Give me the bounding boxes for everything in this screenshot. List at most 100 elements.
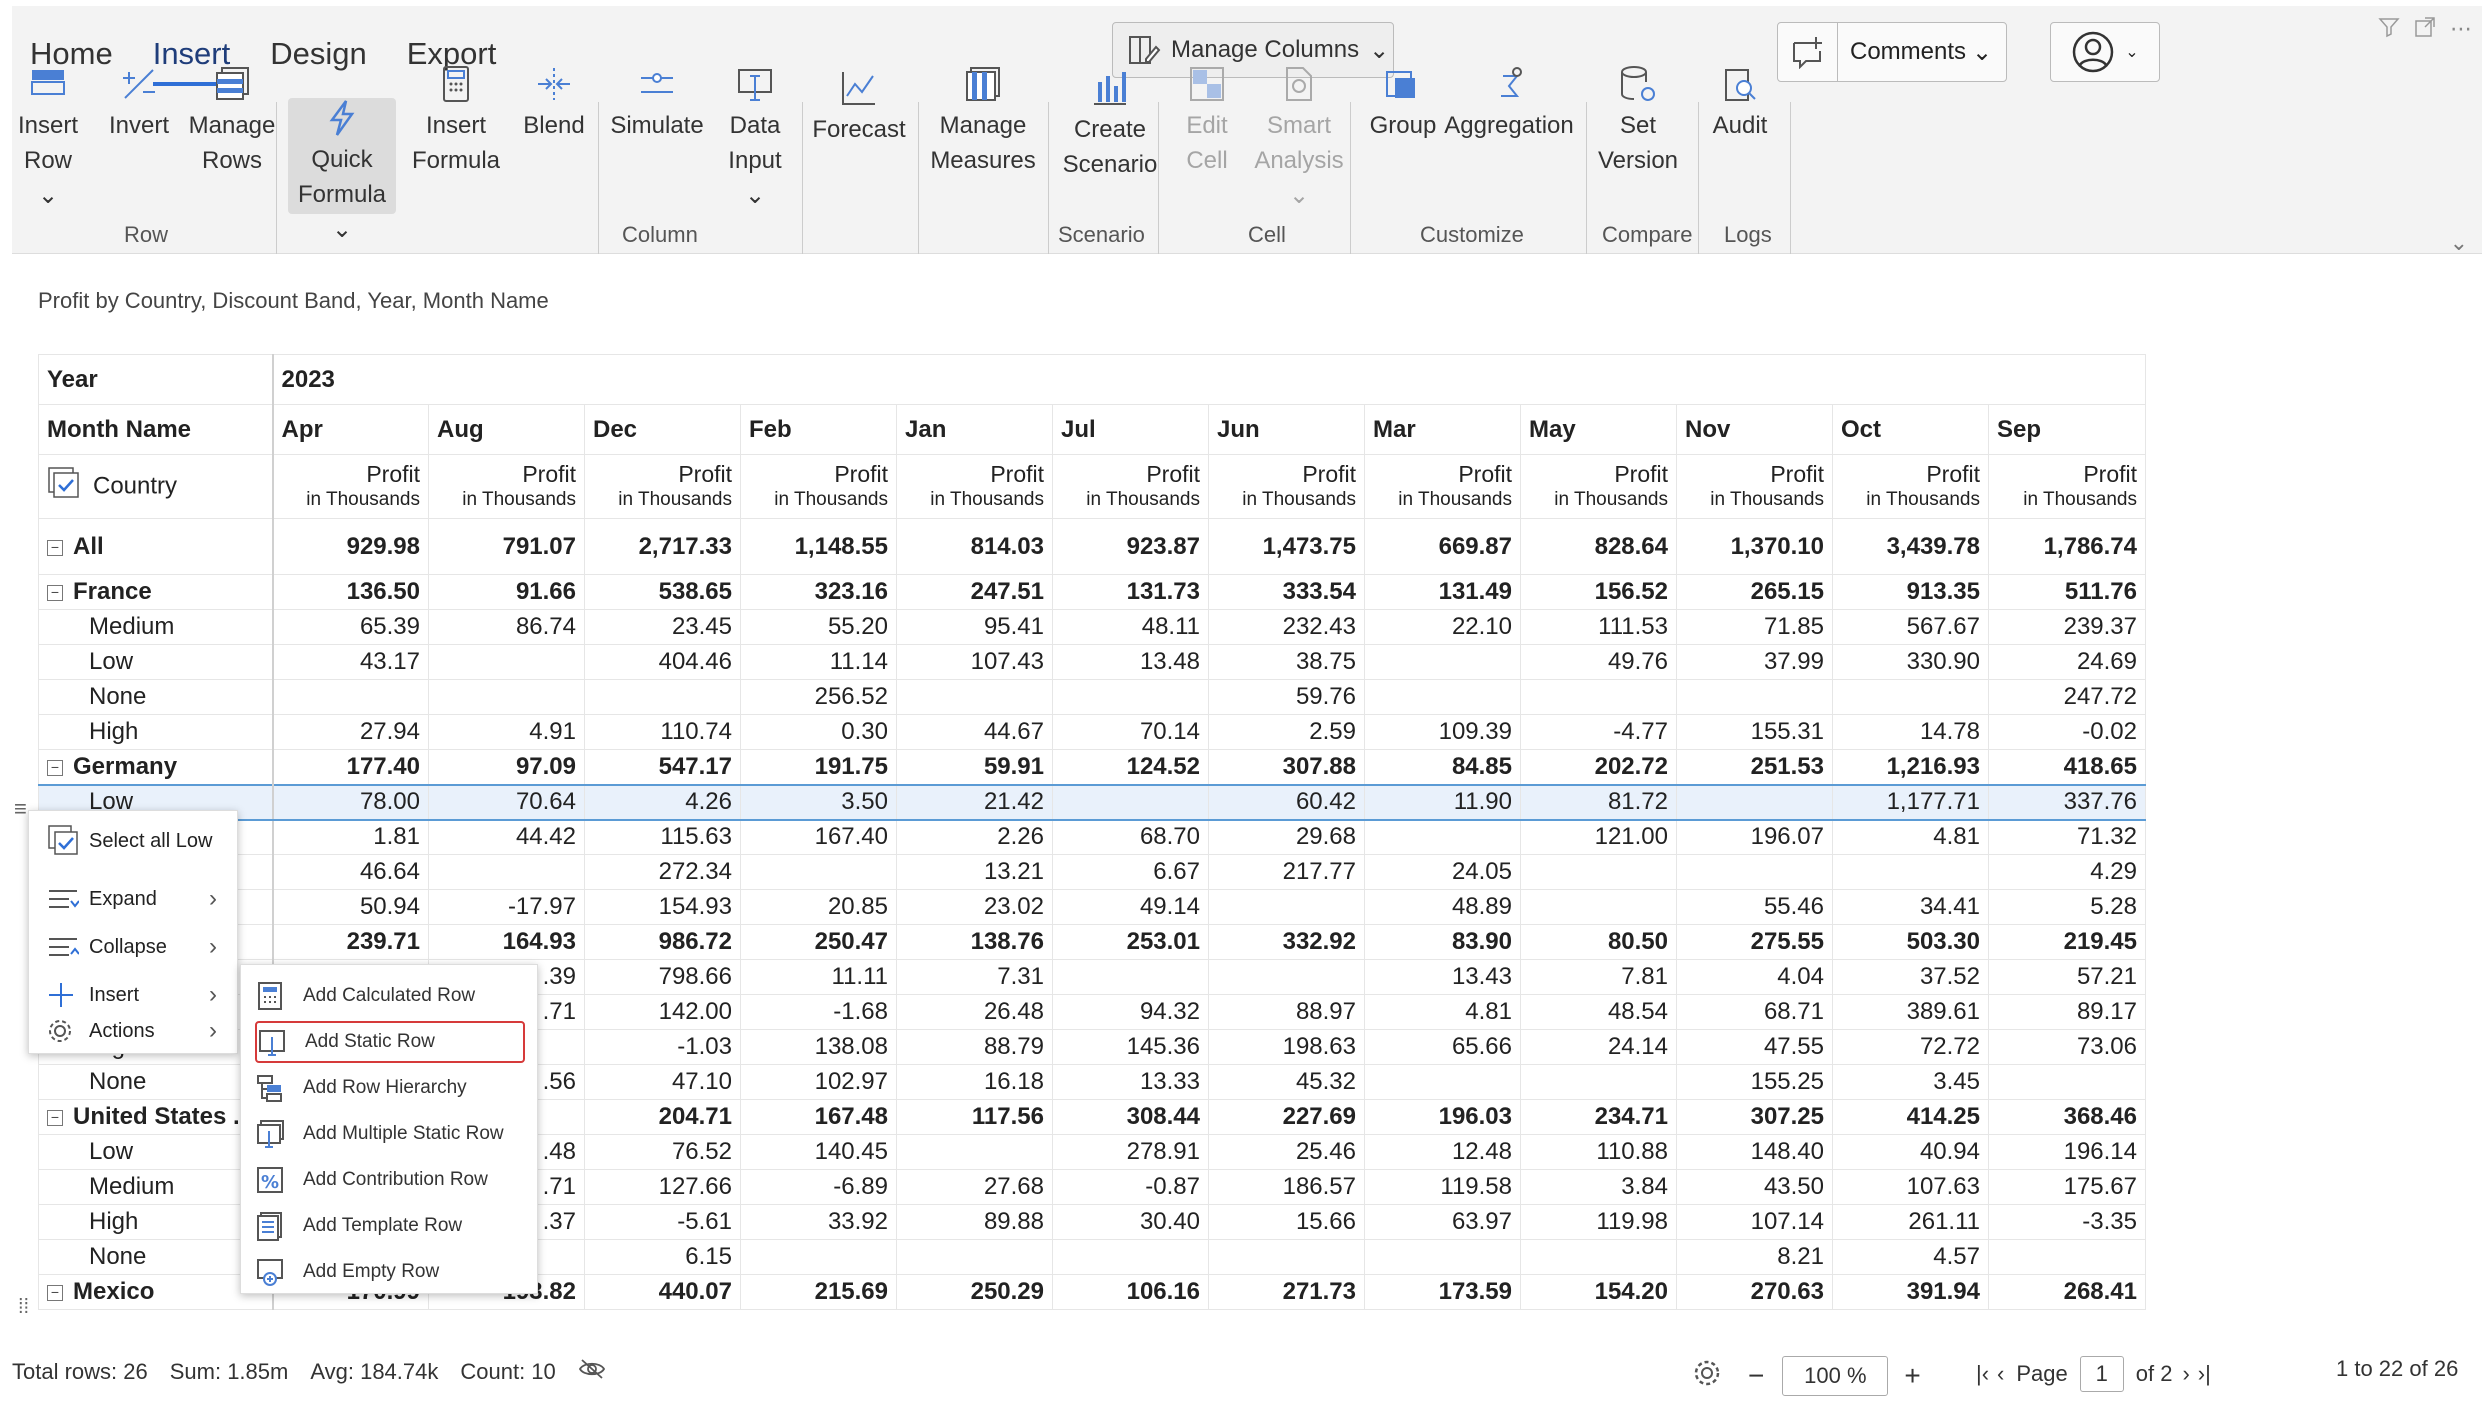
- table-cell[interactable]: 929.98: [272, 518, 429, 575]
- table-cell[interactable]: 8.21: [1676, 1239, 1833, 1275]
- table-cell[interactable]: 124.52: [1052, 749, 1209, 785]
- row-header[interactable]: − United States ...: [38, 1099, 274, 1135]
- table-cell[interactable]: 275.55: [1676, 924, 1833, 960]
- table-cell[interactable]: 55.20: [740, 609, 897, 645]
- table-cell[interactable]: 43.50: [1676, 1169, 1833, 1205]
- row-header[interactable]: High: [38, 714, 274, 750]
- table-cell[interactable]: [1676, 679, 1833, 715]
- month-header[interactable]: Feb: [740, 404, 897, 455]
- table-cell[interactable]: 14.78: [1832, 714, 1989, 750]
- table-cell[interactable]: 138.76: [896, 924, 1053, 960]
- table-cell[interactable]: 265.15: [1676, 574, 1833, 610]
- table-cell[interactable]: 1,216.93: [1832, 749, 1989, 785]
- table-row[interactable]: − France 136.50 91.66 538.65 323.16 247.51 131.…: [38, 574, 2146, 610]
- table-cell[interactable]: 271.73: [1208, 1274, 1365, 1310]
- blend-button[interactable]: Blend: [514, 62, 594, 143]
- table-cell[interactable]: 13.43: [1364, 959, 1521, 995]
- table-cell[interactable]: 47.55: [1676, 1029, 1833, 1065]
- zoom-input[interactable]: 100 %: [1782, 1356, 1889, 1396]
- prev-page-icon[interactable]: ‹: [1997, 1361, 2004, 1387]
- insert-row-button[interactable]: Insert Row ⌄: [12, 62, 84, 213]
- table-cell[interactable]: 70.64: [428, 783, 585, 821]
- row-header[interactable]: Medium: [38, 1169, 274, 1205]
- page-input[interactable]: 1: [2079, 1356, 2124, 1392]
- table-cell[interactable]: 11.90: [1364, 783, 1521, 821]
- table-cell[interactable]: 414.25: [1832, 1099, 1989, 1135]
- table-cell[interactable]: 251.53: [1676, 749, 1833, 785]
- table-cell[interactable]: 115.63: [584, 819, 741, 855]
- forecast-button[interactable]: Forecast: [808, 66, 910, 147]
- table-cell[interactable]: 44.67: [896, 714, 1053, 750]
- filter-icon[interactable]: [2378, 16, 2400, 44]
- table-cell[interactable]: [1520, 854, 1677, 890]
- table-cell[interactable]: [1520, 679, 1677, 715]
- table-cell[interactable]: 91.66: [428, 574, 585, 610]
- table-row[interactable]: − Germany 177.40 97.09 547.17 191.75 59.91 124.…: [38, 749, 2146, 785]
- table-row[interactable]: − All 929.98 791.07 2,717.33 1,148.55 814.03 92…: [38, 518, 2146, 575]
- table-cell[interactable]: 389.61: [1832, 994, 1989, 1030]
- table-cell[interactable]: 107.14: [1676, 1204, 1833, 1240]
- table-cell[interactable]: 57.21: [1988, 959, 2146, 995]
- table-cell[interactable]: 4.26: [584, 783, 741, 821]
- table-cell[interactable]: 44.42: [428, 819, 585, 855]
- table-cell[interactable]: [740, 1239, 897, 1275]
- table-cell[interactable]: 913.35: [1832, 574, 1989, 610]
- table-cell[interactable]: [584, 679, 741, 715]
- collapse-toggle-icon[interactable]: −: [47, 1110, 63, 1126]
- table-cell[interactable]: 1,148.55: [740, 518, 897, 575]
- table-cell[interactable]: 109.39: [1364, 714, 1521, 750]
- table-cell[interactable]: 48.11: [1052, 609, 1209, 645]
- table-cell[interactable]: 217.77: [1208, 854, 1365, 890]
- table-cell[interactable]: [896, 1134, 1053, 1170]
- table-cell[interactable]: 227.69: [1208, 1099, 1365, 1135]
- table-cell[interactable]: 142.00: [584, 994, 741, 1030]
- table-cell[interactable]: 40.94: [1832, 1134, 1989, 1170]
- next-page-icon[interactable]: ›: [2182, 1361, 2189, 1387]
- table-cell[interactable]: [428, 679, 585, 715]
- table-cell[interactable]: 368.46: [1988, 1099, 2146, 1135]
- table-cell[interactable]: 4.81: [1364, 994, 1521, 1030]
- table-cell[interactable]: 21.42: [896, 783, 1053, 821]
- table-cell[interactable]: 45.32: [1208, 1064, 1365, 1100]
- table-cell[interactable]: 278.91: [1052, 1134, 1209, 1170]
- month-header[interactable]: Jul: [1052, 404, 1209, 455]
- table-cell[interactable]: 22.10: [1364, 609, 1521, 645]
- table-cell[interactable]: 167.40: [740, 819, 897, 855]
- table-cell[interactable]: [1208, 1239, 1365, 1275]
- table-row[interactable]: 239.71 164.93 986.72 250.47 138.76 253.01 332.…: [38, 924, 2146, 960]
- table-cell[interactable]: 175.67: [1988, 1169, 2146, 1205]
- table-row[interactable]: 1.81 44.42 115.63 167.40 2.26 68.70 29.68 121.0…: [38, 819, 2146, 855]
- table-cell[interactable]: 232.43: [1208, 609, 1365, 645]
- table-cell[interactable]: 261.11: [1832, 1204, 1989, 1240]
- month-header[interactable]: Oct: [1832, 404, 1989, 455]
- table-cell[interactable]: [1208, 889, 1365, 925]
- table-cell[interactable]: 4.81: [1832, 819, 1989, 855]
- table-cell[interactable]: 148.40: [1676, 1134, 1833, 1170]
- table-cell[interactable]: 2.59: [1208, 714, 1365, 750]
- table-cell[interactable]: 155.25: [1676, 1064, 1833, 1100]
- table-cell[interactable]: [1052, 1239, 1209, 1275]
- edit-cell-button[interactable]: Edit Cell: [1164, 62, 1250, 178]
- table-cell[interactable]: -0.02: [1988, 714, 2146, 750]
- table-cell[interactable]: 503.30: [1832, 924, 1989, 960]
- table-cell[interactable]: 50.94: [272, 889, 429, 925]
- month-header[interactable]: Aug: [428, 404, 585, 455]
- table-cell[interactable]: [428, 854, 585, 890]
- table-cell[interactable]: 131.49: [1364, 574, 1521, 610]
- table-cell[interactable]: 65.66: [1364, 1029, 1521, 1065]
- table-cell[interactable]: 2.26: [896, 819, 1053, 855]
- table-cell[interactable]: [1520, 1239, 1677, 1275]
- table-cell[interactable]: 234.71: [1520, 1099, 1677, 1135]
- last-page-icon[interactable]: ›|: [2198, 1361, 2211, 1387]
- table-cell[interactable]: 119.58: [1364, 1169, 1521, 1205]
- add-template-row-item[interactable]: Add Template Row: [255, 1205, 525, 1247]
- table-cell[interactable]: 95.41: [896, 609, 1053, 645]
- row-header[interactable]: None: [38, 1064, 274, 1100]
- table-cell[interactable]: -1.03: [584, 1029, 741, 1065]
- settings-gear-icon[interactable]: [1692, 1358, 1722, 1394]
- table-cell[interactable]: 391.94: [1832, 1274, 1989, 1310]
- table-cell[interactable]: 89.88: [896, 1204, 1053, 1240]
- table-row[interactable]: 50.94 -17.97 154.93 20.85 23.02 49.14 48.89 55.…: [38, 889, 2146, 925]
- table-cell[interactable]: 4.29: [1988, 854, 2146, 890]
- table-cell[interactable]: 1,786.74: [1988, 518, 2146, 575]
